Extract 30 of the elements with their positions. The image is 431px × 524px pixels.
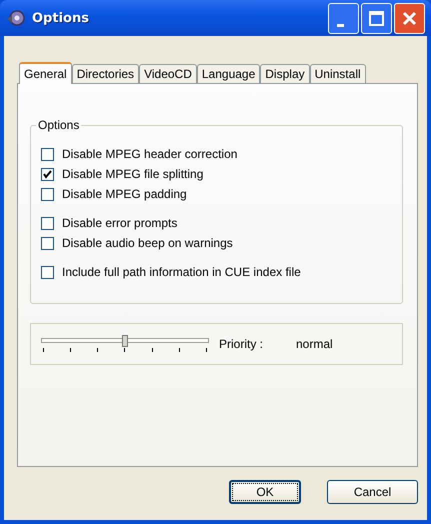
checkbox-label: Disable error prompts	[62, 216, 178, 230]
checkbox-label: Disable MPEG file splitting	[62, 167, 204, 181]
checkbox[interactable]	[41, 168, 54, 180]
group-title: Options	[37, 118, 80, 132]
slider-thumb[interactable]	[122, 335, 128, 347]
priority-slider[interactable]	[41, 334, 209, 354]
checkbox[interactable]	[41, 236, 54, 250]
tab[interactable]: Display	[260, 64, 310, 83]
ok-button[interactable]: OK	[229, 480, 301, 504]
maximize-button[interactable]	[361, 2, 392, 34]
checkbox[interactable]	[41, 188, 54, 200]
minimize-button[interactable]	[328, 2, 359, 34]
cancel-button[interactable]: Cancel	[327, 480, 418, 504]
tab[interactable]: General	[19, 62, 72, 84]
priority-label: Priority :	[219, 337, 264, 351]
tab[interactable]: Uninstall	[310, 64, 366, 83]
checkbox[interactable]	[41, 148, 54, 160]
checkbox-label: Include full path information in CUE index file	[62, 265, 301, 279]
tab[interactable]: Language	[196, 64, 260, 83]
checkbox-label: Disable MPEG header correction	[62, 147, 238, 161]
window-title: Options	[32, 10, 90, 26]
checkbox-label: Disable audio beep on warnings	[62, 236, 233, 250]
close-button[interactable]	[394, 2, 425, 34]
priority-value: normal	[296, 337, 333, 351]
checkbox-label: Disable MPEG padding	[62, 187, 187, 201]
tab[interactable]: VideoCD	[139, 64, 197, 83]
checkbox[interactable]	[41, 216, 54, 230]
checkbox[interactable]	[41, 266, 54, 278]
tab[interactable]: Directories	[72, 64, 140, 83]
minimize-icon	[336, 24, 344, 26]
